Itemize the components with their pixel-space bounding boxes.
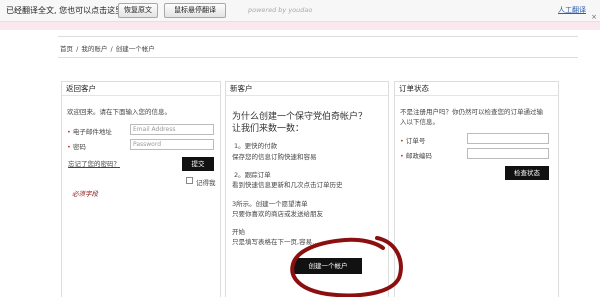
check-status-button[interactable]: 检查状态 — [505, 166, 549, 180]
breadcrumb-separator: / — [110, 45, 113, 53]
order-status-intro: 不是注册用户吗？你仍然可以检查您的订单通过输 — [400, 108, 543, 116]
zip-code-label-text: 邮政编码 — [405, 152, 432, 160]
red-circle-annotation — [290, 236, 403, 297]
order-status-panel: 订单状态 不是注册用户吗？你仍然可以检查您的订单通过输 入以下信息。 • 订单号… — [394, 81, 559, 297]
breadcrumb-home[interactable]: 首页 — [60, 45, 73, 53]
divider — [58, 57, 578, 58]
order-status-intro-cont: 入以下信息。 — [400, 118, 439, 126]
zip-code-label: • 邮政编码 — [400, 152, 432, 160]
zip-code-field[interactable] — [467, 148, 549, 159]
manual-translate-link[interactable]: 人工翻译 — [558, 5, 586, 15]
password-label-text: 密码 — [72, 143, 86, 151]
email-field[interactable]: Email Address — [130, 124, 214, 135]
benefit-desc: 保存您的信息订购快速和容易 — [232, 153, 317, 161]
benefit-title: 开始 — [232, 228, 245, 236]
benefit-desc: 看到快速信息更新和几次点击订单历史 — [232, 181, 343, 189]
returning-intro: 欢迎回来。请在下面输入您的信息。 — [67, 108, 171, 116]
benefit-title: 2。跟踪订单 — [234, 171, 271, 179]
header-band — [0, 22, 600, 30]
breadcrumb: 首页 / 我的账户 / 创建一个帐户 — [60, 43, 156, 53]
benefit-desc: 只要你喜欢的商店或发送给朋友 — [232, 210, 323, 218]
powered-by-text: powered by youdao — [248, 6, 313, 14]
remember-me-checkbox[interactable] — [186, 177, 193, 184]
order-number-field[interactable] — [467, 133, 549, 144]
translation-bar: 已经翻译全文, 您也可以点击这里 恢复原文 鼠标悬停翻译 powered by … — [0, 0, 600, 22]
translation-message[interactable]: 已经翻译全文, 您也可以点击这里 — [6, 5, 123, 16]
breadcrumb-separator: / — [76, 45, 79, 53]
email-label: • 电子邮件地址 — [67, 128, 112, 136]
email-label-text: 电子邮件地址 — [72, 128, 112, 136]
breadcrumb-my-account[interactable]: 我的账户 — [81, 45, 107, 53]
returning-customer-panel: 返回客户 欢迎回来。请在下面输入您的信息。 • 电子邮件地址 Email Add… — [61, 81, 221, 297]
breadcrumb-current: 创建一个帐户 — [115, 45, 155, 53]
forgot-password-link[interactable]: 忘记了您的密码？ — [68, 158, 120, 168]
order-number-label-text: 订单号 — [405, 137, 426, 145]
password-field[interactable]: Password — [130, 139, 214, 150]
submit-button[interactable]: 提交 — [182, 157, 214, 171]
remember-me-label: 记得我 — [196, 179, 216, 187]
panel-title: 订单状态 — [395, 82, 558, 96]
order-number-label: • 订单号 — [400, 137, 426, 145]
panel-title: 新客户 — [226, 82, 388, 96]
required-fields-note: 必须字段 — [72, 190, 98, 198]
benefit-title: 1。更快的付款 — [234, 142, 278, 150]
divider — [58, 36, 578, 37]
password-label: • 密码 — [67, 143, 86, 151]
show-original-button[interactable]: 恢复原文 — [118, 3, 158, 18]
panel-title: 返回客户 — [62, 82, 220, 96]
new-customer-subheading: 让我们来数一数： — [232, 124, 305, 134]
close-icon[interactable]: × — [591, 13, 597, 21]
hover-translate-button[interactable]: 鼠标悬停翻译 — [164, 3, 226, 18]
benefit-title: 3所示。创建一个愿望清单 — [232, 200, 308, 208]
